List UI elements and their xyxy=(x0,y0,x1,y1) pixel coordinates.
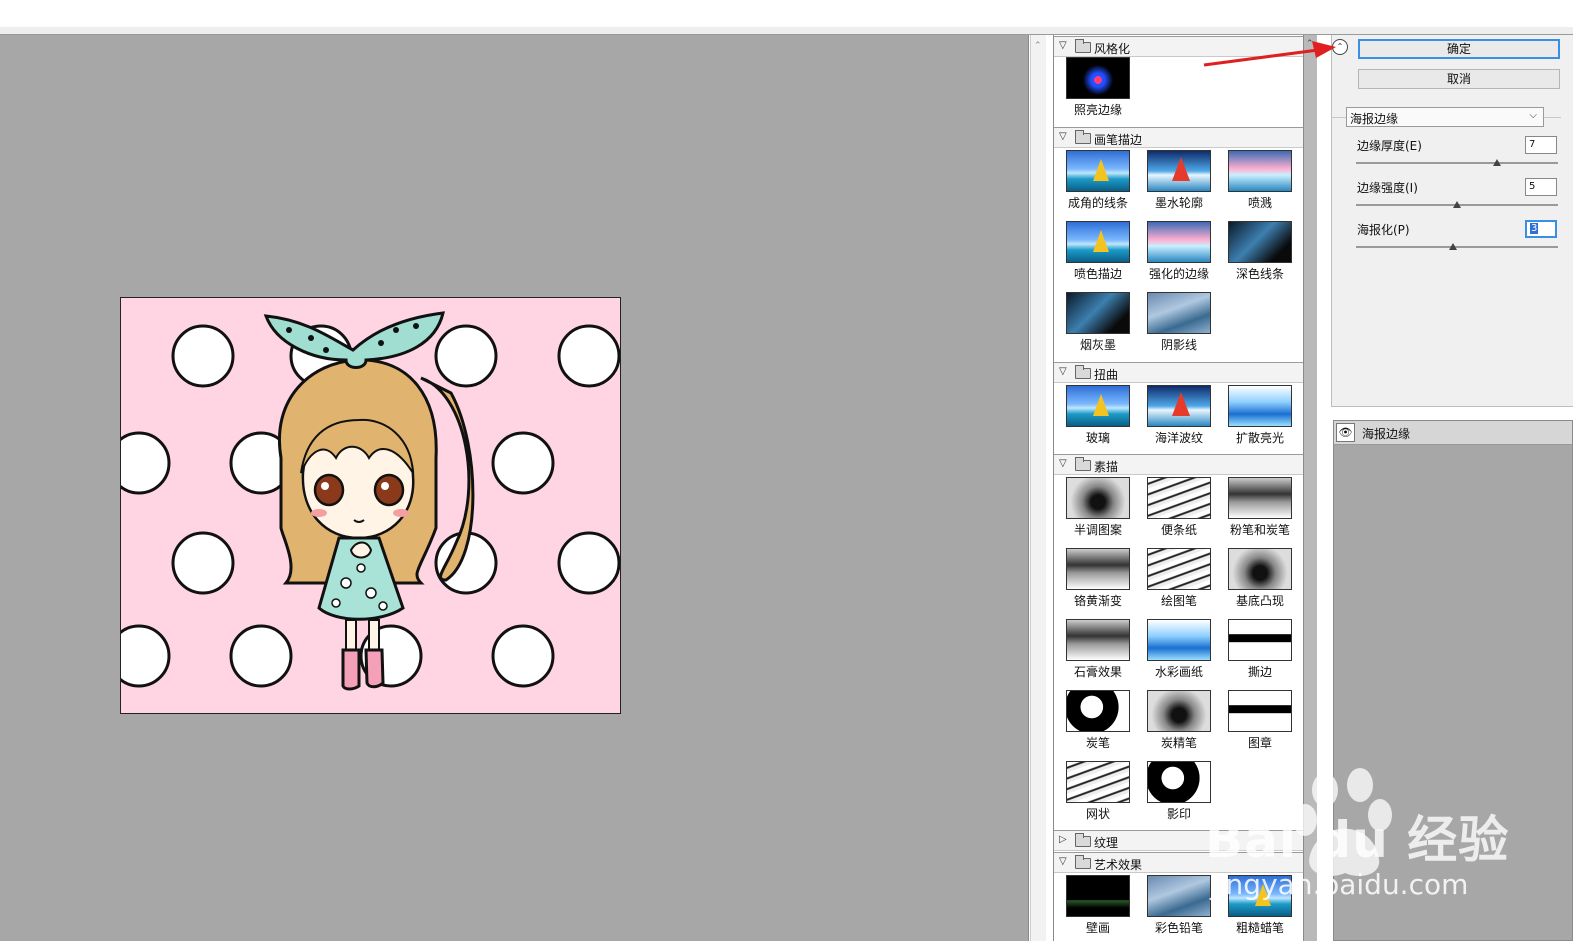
filter-preview-image xyxy=(1147,477,1211,519)
category-distort[interactable]: ▽ 扭曲 xyxy=(1054,362,1303,383)
expand-triangle-icon[interactable]: ▽ xyxy=(1059,366,1067,377)
expand-triangle-icon[interactable]: ▽ xyxy=(1059,131,1067,142)
filter-preview-image xyxy=(1147,385,1211,427)
filter-thumb[interactable]: 网状 xyxy=(1062,761,1134,829)
filter-thumb[interactable]: 扩散亮光 xyxy=(1224,385,1296,453)
params-group xyxy=(1331,117,1561,407)
preview-image xyxy=(120,297,621,714)
edge-thickness-label: 边缘厚度(E) xyxy=(1357,139,1422,153)
filter-thumb[interactable]: 壁画 xyxy=(1062,875,1134,941)
filter-preview-image xyxy=(1228,548,1292,590)
filter-preview-image xyxy=(1147,150,1211,192)
slider-knob[interactable] xyxy=(1448,243,1457,250)
filter-thumb[interactable]: 石膏效果 xyxy=(1062,619,1134,687)
filter-thumb[interactable]: 玻璃 xyxy=(1062,385,1134,453)
chevron-down-icon: ⌵ xyxy=(1529,110,1537,121)
edge-intensity-slider[interactable] xyxy=(1356,201,1558,208)
title-bar xyxy=(0,0,1573,27)
filter-thumb[interactable]: 强化的边缘 xyxy=(1143,221,1215,289)
filter-preview-image xyxy=(1147,875,1211,917)
filter-preview-image xyxy=(1147,292,1211,334)
slider-knob[interactable] xyxy=(1493,159,1502,166)
filter-preview-image xyxy=(1147,761,1211,803)
cancel-button[interactable]: 取消 xyxy=(1358,69,1560,89)
filter-preview-image xyxy=(1147,221,1211,263)
posterization-slider[interactable] xyxy=(1356,243,1558,250)
folder-icon xyxy=(1075,833,1091,847)
folder-icon xyxy=(1075,365,1091,379)
scroll-up-icon[interactable]: ⌃ xyxy=(1034,41,1042,51)
folder-icon xyxy=(1075,855,1091,869)
edge-intensity-label: 边缘强度(I) xyxy=(1357,181,1418,195)
effect-layer-row[interactable]: 👁 海报边缘 xyxy=(1334,421,1572,445)
filter-preview-image xyxy=(1066,292,1130,334)
filter-thumb[interactable]: 深色线条 xyxy=(1224,221,1296,289)
filter-thumb[interactable]: 成角的线条 xyxy=(1062,150,1134,218)
filter-thumb[interactable]: 喷色描边 xyxy=(1062,221,1134,289)
posterization-input[interactable]: 3 xyxy=(1525,220,1557,238)
category-sketch[interactable]: ▽ 素描 xyxy=(1054,454,1303,475)
filter-thumb[interactable]: 半调图案 xyxy=(1062,477,1134,545)
filter-thumb[interactable]: 粉笔和炭笔 xyxy=(1224,477,1296,545)
filter-preview-image xyxy=(1066,477,1130,519)
edge-intensity-input[interactable]: 5 xyxy=(1525,178,1557,196)
filter-thumb[interactable]: 海洋波纹 xyxy=(1143,385,1215,453)
filter-preview-image xyxy=(1228,221,1292,263)
filter-preview-image xyxy=(1066,150,1130,192)
filter-preview-image xyxy=(1228,690,1292,732)
filter-gallery-window: ⌃ ▽ 风格化 照亮边缘 ▽ 画笔描边 成角的线条 墨水轮廓 喷溅 喷色描边 强… xyxy=(0,0,1573,941)
filter-preview-image xyxy=(1066,57,1130,99)
filter-preview-image xyxy=(1066,221,1130,263)
posterization-label: 海报化(P) xyxy=(1357,223,1410,237)
girl-illustration xyxy=(121,298,620,713)
filter-thumb[interactable]: 阴影线 xyxy=(1143,292,1215,360)
filter-preview-image xyxy=(1147,619,1211,661)
filter-thumb[interactable]: 绘图笔 xyxy=(1143,548,1215,616)
filter-preview-image xyxy=(1066,385,1130,427)
slider-knob[interactable] xyxy=(1453,201,1461,208)
folder-icon xyxy=(1075,457,1091,471)
filter-thumb[interactable]: 铬黄渐变 xyxy=(1062,548,1134,616)
filter-preview-image xyxy=(1066,690,1130,732)
filter-thumb[interactable]: 墨水轮廓 xyxy=(1143,150,1215,218)
filter-thumb[interactable]: 便条纸 xyxy=(1143,477,1215,545)
filter-preview-image xyxy=(1066,875,1130,917)
filter-preview-image xyxy=(1228,150,1292,192)
watermark-url: jingyan.baidu.com xyxy=(1210,868,1469,901)
filter-preview-image xyxy=(1066,619,1130,661)
title-separator xyxy=(0,27,1573,35)
eye-icon[interactable]: 👁 xyxy=(1336,423,1355,442)
watermark-text: Bai du 经验 xyxy=(1205,811,1510,869)
filter-thumb[interactable]: 炭笔 xyxy=(1062,690,1134,758)
filter-thumb[interactable]: 彩色铅笔 xyxy=(1143,875,1215,941)
filter-thumb[interactable]: 基底凸现 xyxy=(1224,548,1296,616)
folder-icon xyxy=(1075,130,1091,144)
filter-thumb[interactable]: 烟灰墨 xyxy=(1062,292,1134,360)
filter-thumb-glowing-edges[interactable]: 照亮边缘 xyxy=(1062,57,1134,125)
filter-preview-image xyxy=(1066,548,1130,590)
filter-thumb[interactable]: 喷溅 xyxy=(1224,150,1296,218)
filter-preview-image xyxy=(1147,548,1211,590)
filter-preview-image xyxy=(1066,761,1130,803)
expand-triangle-icon[interactable]: ▽ xyxy=(1059,40,1067,51)
folder-icon xyxy=(1075,39,1091,53)
filter-thumb[interactable]: 水彩画纸 xyxy=(1143,619,1215,687)
filter-select[interactable]: 海报边缘 ⌵ xyxy=(1346,107,1544,127)
filter-preview-image xyxy=(1228,477,1292,519)
expand-triangle-icon[interactable]: ▽ xyxy=(1059,856,1067,867)
collapse-triangle-icon[interactable]: ▷ xyxy=(1059,834,1067,845)
filter-preview-image xyxy=(1228,385,1292,427)
ok-button[interactable]: 确定 xyxy=(1358,39,1560,59)
annotation-arrow-icon xyxy=(1203,41,1336,67)
expand-triangle-icon[interactable]: ▽ xyxy=(1059,458,1067,469)
filter-preview-image xyxy=(1228,619,1292,661)
filter-preview-image xyxy=(1147,690,1211,732)
edge-thickness-input[interactable]: 7 xyxy=(1525,136,1557,154)
filter-thumb[interactable]: 炭精笔 xyxy=(1143,690,1215,758)
category-brush-strokes[interactable]: ▽ 画笔描边 xyxy=(1054,127,1303,148)
filter-thumb[interactable]: 图章 xyxy=(1224,690,1296,758)
edge-thickness-slider[interactable] xyxy=(1356,159,1558,166)
filter-thumb[interactable]: 撕边 xyxy=(1224,619,1296,687)
preview-scrollbar[interactable]: ⌃ xyxy=(1030,35,1046,941)
